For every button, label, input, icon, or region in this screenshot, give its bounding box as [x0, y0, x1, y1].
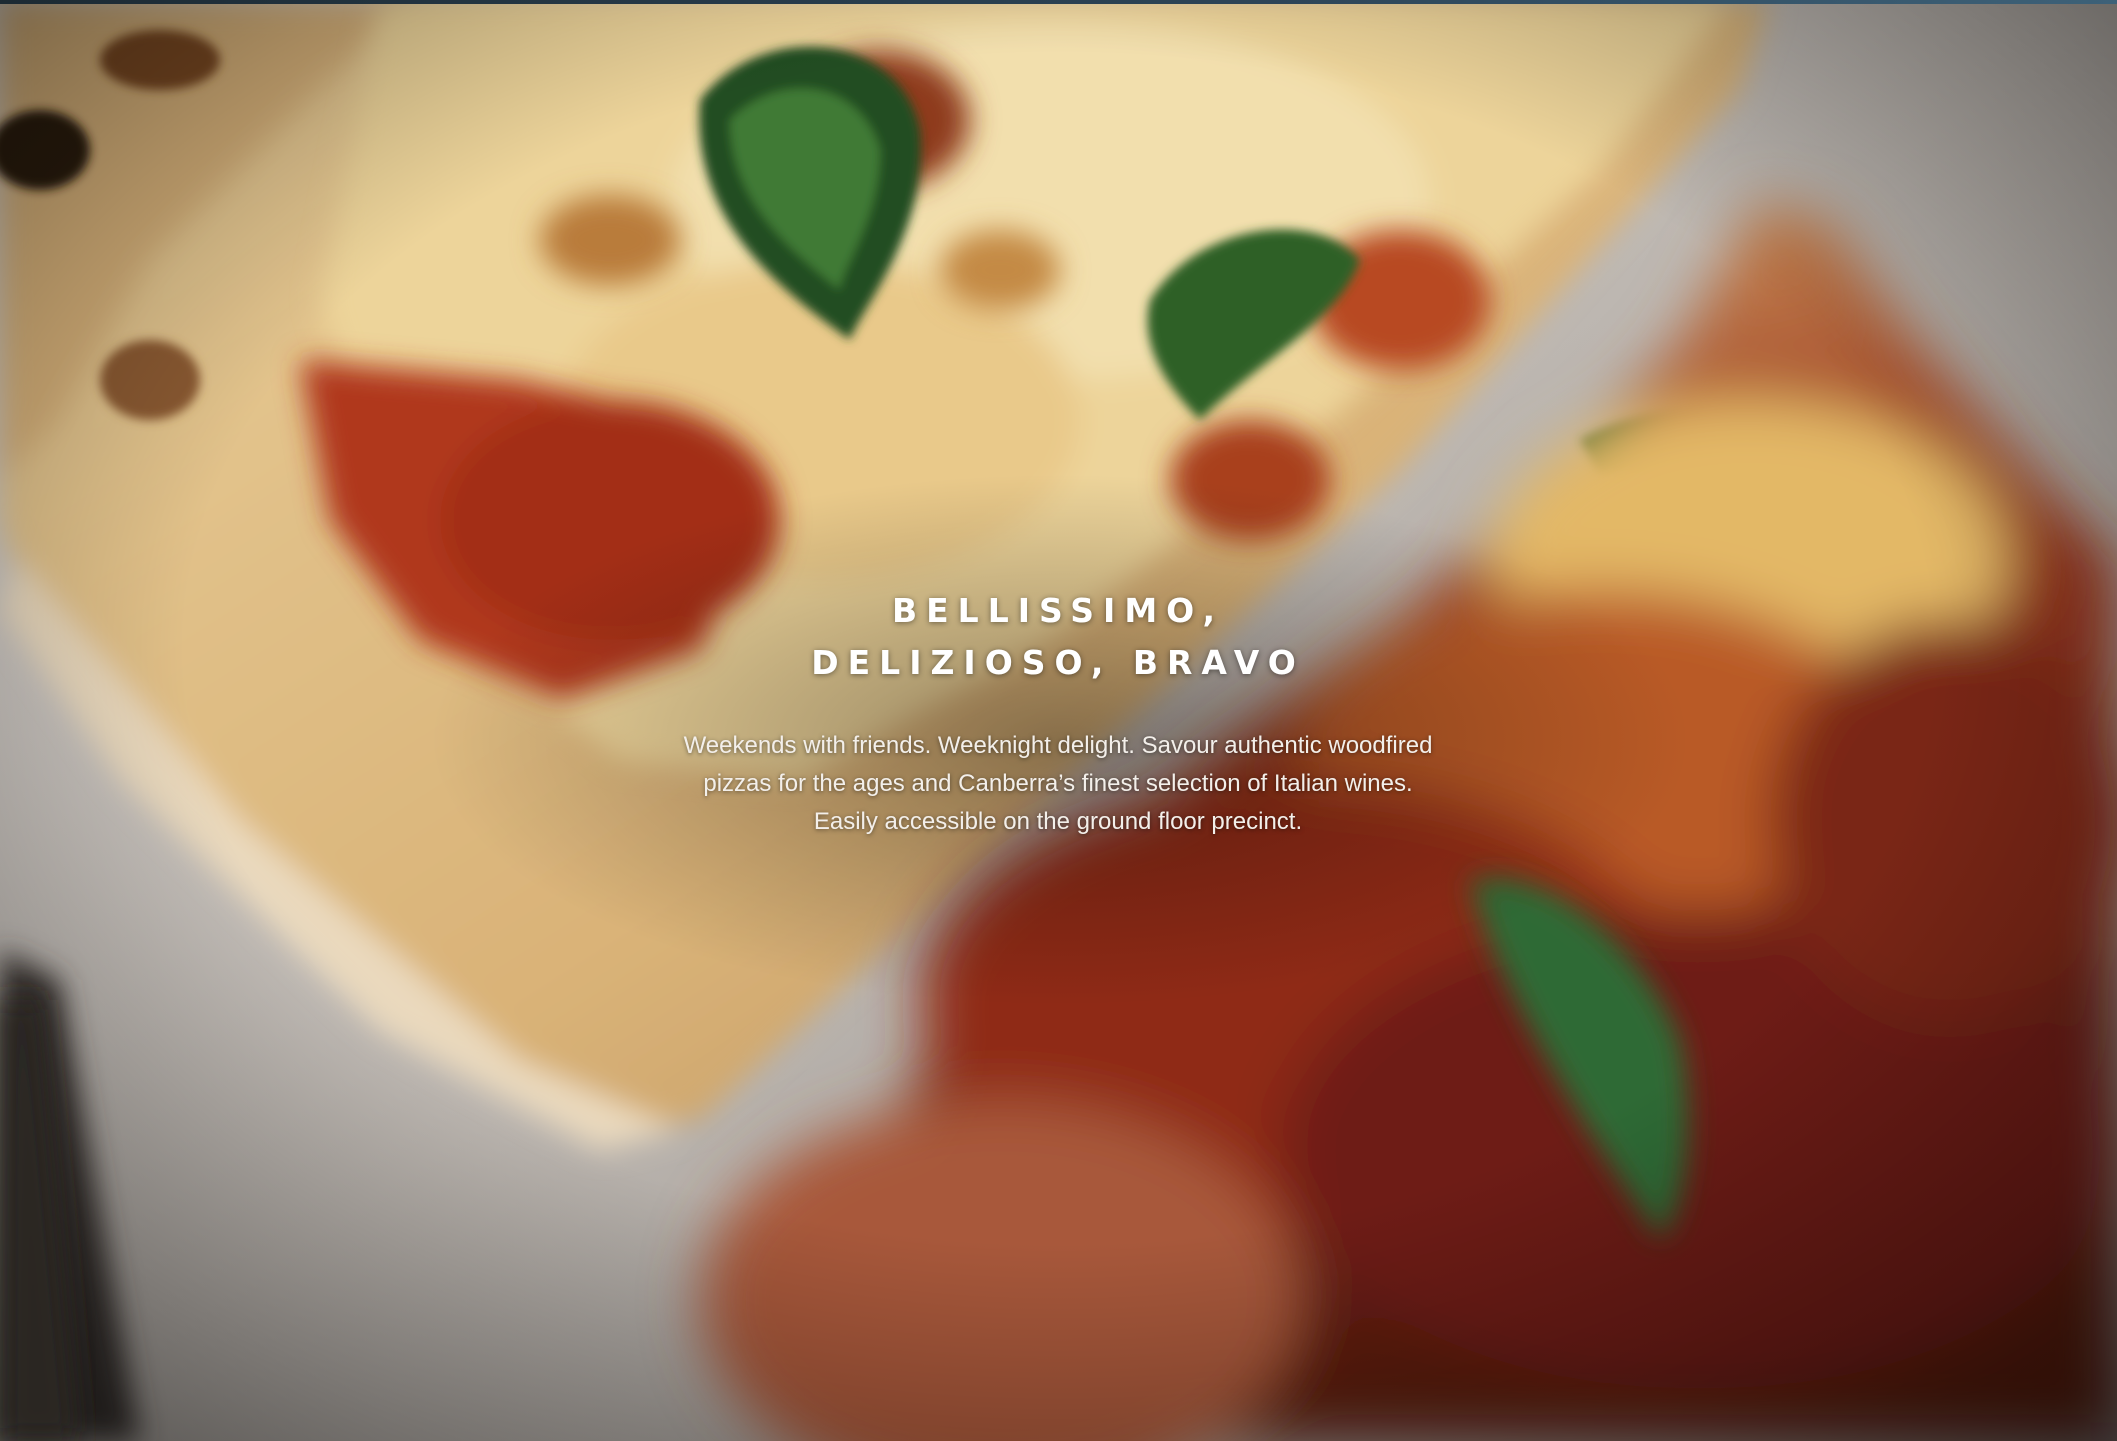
hero-headline: BELLISSIMO, DELIZIOSO, BRAVO: [558, 585, 1558, 689]
hero-description-line-3: Easily accessible on the ground floor pr…: [813, 808, 1303, 835]
hero-description-line-2: pizzas for the ages and Canberra’s fines…: [703, 770, 1413, 797]
hero-headline-line-1: BELLISSIMO,: [891, 591, 1225, 630]
hero-description-line-1: Weekends with friends. Weeknight delight…: [683, 732, 1433, 759]
top-strip: [0, 0, 2117, 4]
hero-section: BELLISSIMO, DELIZIOSO, BRAVO Weekends wi…: [0, 0, 2117, 1441]
hero-content: BELLISSIMO, DELIZIOSO, BRAVO Weekends wi…: [558, 585, 1558, 841]
hero-description: Weekends with friends. Weeknight delight…: [648, 727, 1468, 841]
hero-headline-line-2: DELIZIOSO, BRAVO: [811, 643, 1305, 682]
